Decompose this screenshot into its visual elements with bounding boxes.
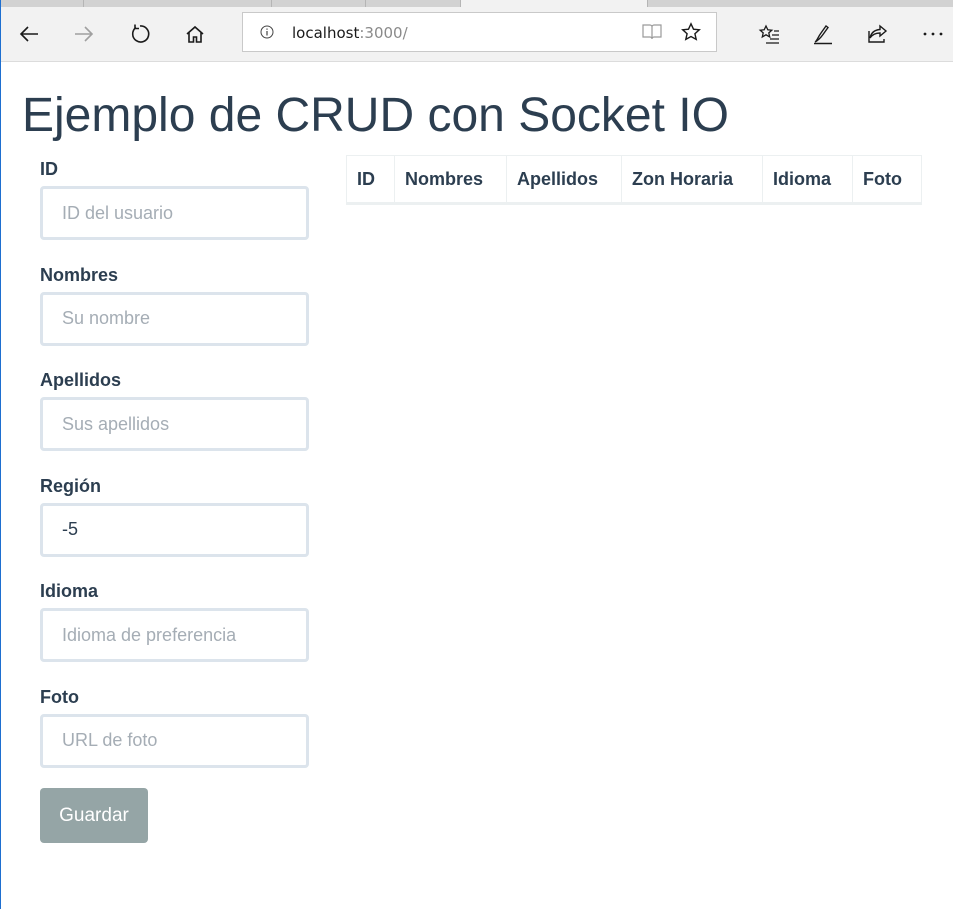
field-region: Región (40, 473, 310, 579)
reading-view-icon[interactable] (642, 23, 662, 41)
address-url[interactable]: localhost:3000/ (292, 24, 408, 42)
forward-icon[interactable] (70, 20, 98, 48)
field-label-idioma: Idioma (40, 581, 99, 601)
url-host: localhost (292, 24, 360, 42)
url-port: :3000/ (359, 24, 408, 42)
refresh-icon[interactable] (126, 20, 154, 48)
active-tab[interactable] (460, 0, 648, 7)
home-icon[interactable] (181, 20, 209, 48)
page-title: Ejemplo de CRUD con Socket IO (22, 89, 729, 142)
browser-toolbar: localhost:3000/ (1, 7, 953, 62)
field-nombres: Nombres (40, 262, 310, 368)
table-header-row: ID Nombres Apellidos Zon Horaria Idioma … (346, 155, 922, 205)
field-label-id: ID (40, 159, 58, 179)
field-label-region: Región (40, 475, 101, 496)
back-icon[interactable] (15, 20, 43, 48)
address-bar[interactable]: localhost:3000/ (242, 12, 717, 52)
save-button[interactable]: Guardar (40, 788, 148, 843)
field-label-apellidos: Apellidos (40, 370, 122, 390)
region-input[interactable] (40, 502, 309, 557)
users-table: ID Nombres Apellidos Zon Horaria Idioma … (346, 155, 922, 205)
field-foto: Foto (40, 684, 310, 790)
user-form: ID Nombres Apellidos Región Idioma Foto (40, 156, 310, 789)
tab-strip (1, 0, 953, 7)
pen-icon[interactable] (809, 20, 837, 48)
users-table-container: ID Nombres Apellidos Zon Horaria Idioma … (346, 155, 922, 205)
id-input[interactable] (40, 186, 309, 240)
share-icon[interactable] (863, 20, 891, 48)
field-label-foto: Foto (40, 686, 79, 707)
tab-divider (365, 0, 366, 7)
tab-divider (83, 0, 84, 7)
nombres-input[interactable] (40, 291, 309, 346)
info-icon[interactable] (260, 25, 274, 39)
tab-divider (271, 0, 272, 7)
column-header-nombres: Nombres (394, 155, 507, 205)
favorite-star-icon[interactable] (681, 22, 701, 42)
foto-input[interactable] (40, 713, 309, 768)
field-label-nombres: Nombres (40, 264, 119, 285)
field-apellidos: Apellidos (40, 367, 310, 473)
column-header-zona-horaria: Zon Horaria (621, 155, 763, 205)
column-header-apellidos: Apellidos (506, 155, 622, 205)
apellidos-input[interactable] (40, 397, 309, 451)
column-header-idioma: Idioma (762, 155, 853, 205)
idioma-input[interactable] (40, 608, 309, 662)
favorites-list-icon[interactable] (755, 20, 783, 48)
more-icon[interactable] (919, 20, 947, 48)
browser-window: localhost:3000/ Ejemplo de CRUD con Sock… (0, 0, 953, 909)
field-idioma: Idioma (40, 578, 310, 684)
column-header-foto: Foto (852, 155, 922, 205)
column-header-id: ID (346, 155, 395, 205)
field-id: ID (40, 156, 310, 262)
page-content: Ejemplo de CRUD con Socket IO ID Nombres… (1, 62, 953, 909)
